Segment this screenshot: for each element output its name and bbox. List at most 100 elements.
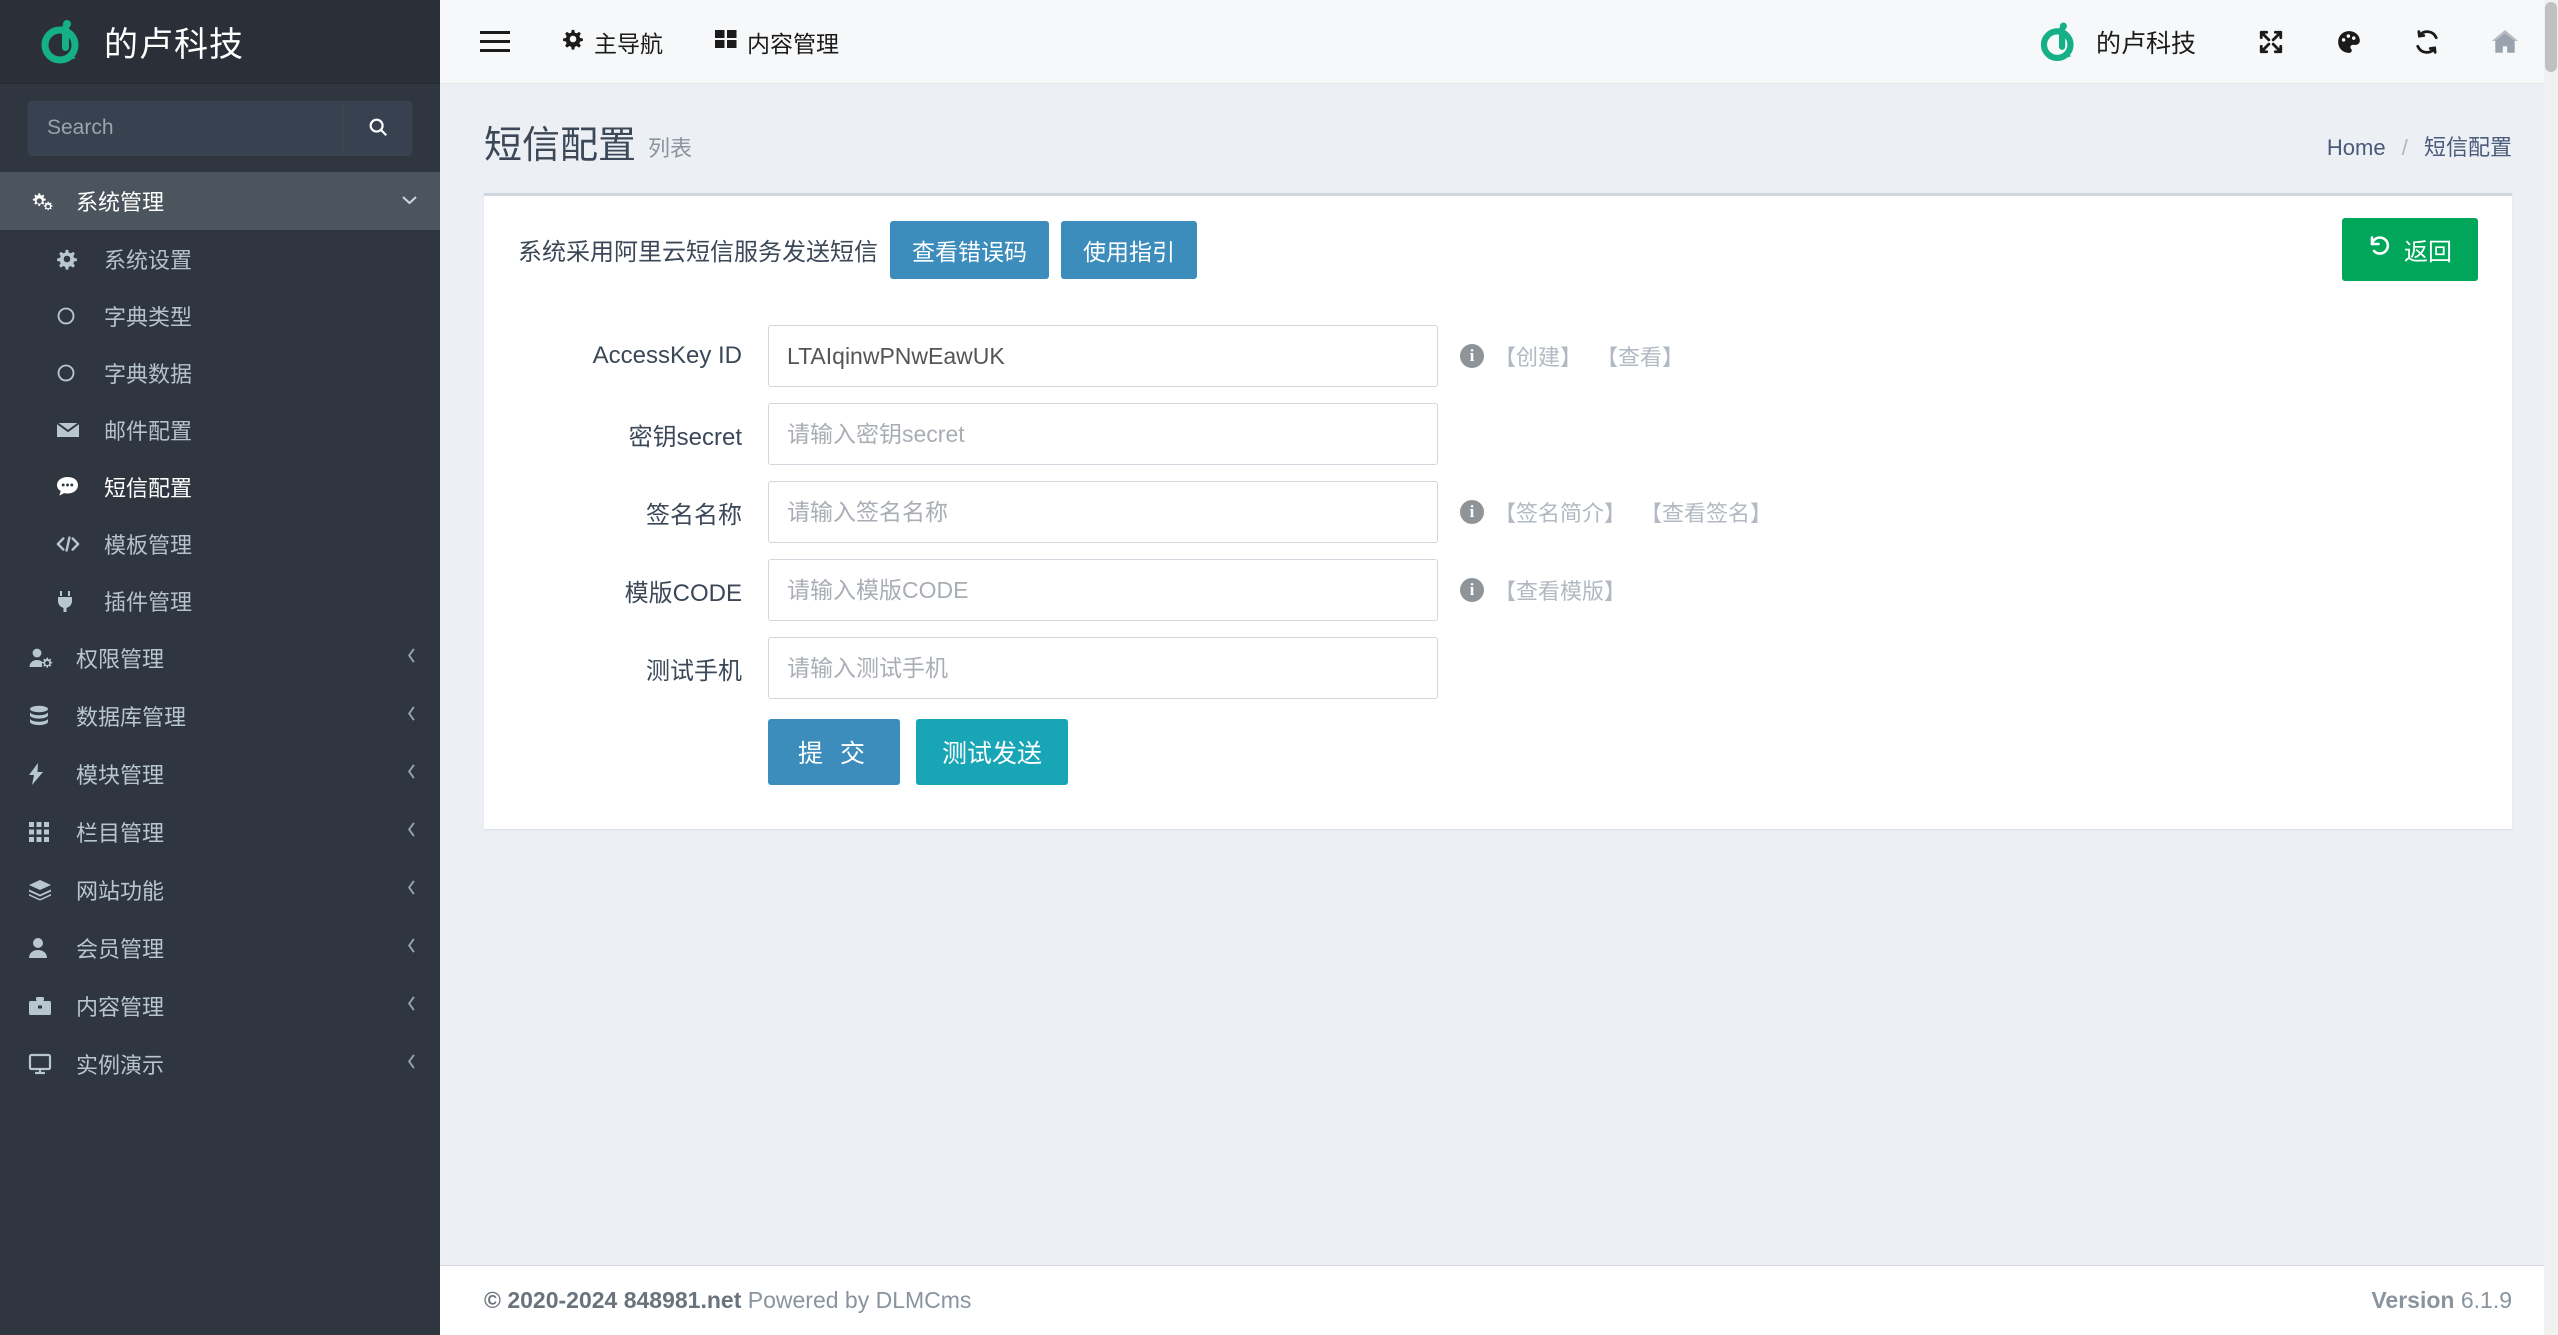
nav-link-content[interactable]: 内容管理: [715, 25, 839, 59]
footer-version-label: Version: [2371, 1287, 2455, 1313]
circle-o-icon: [56, 363, 96, 383]
content-header: 短信配置 列表 Home / 短信配置: [440, 84, 2558, 181]
sidebar-brand-title: 的卢科技: [104, 26, 244, 64]
sidebar-item-label: 模板管理: [104, 532, 193, 558]
hint-sign-name: i 【签名简介】 【查看签名】: [1460, 496, 1772, 528]
sidebar-item-label: 栏目管理: [76, 821, 165, 846]
chevron-left-icon: [406, 763, 418, 785]
sidebar-item-sms-config[interactable]: 短信配置: [0, 458, 440, 515]
sidebar-item-system-settings[interactable]: 系统设置: [0, 230, 440, 287]
footer-version-value: 6.1.9: [2460, 1287, 2512, 1313]
sidebar-item-module-management[interactable]: 模块管理: [0, 745, 440, 803]
test-send-button[interactable]: 测试发送: [915, 719, 1068, 785]
view-sign-link[interactable]: 【查看签名】: [1640, 496, 1772, 528]
accesskey-id-input[interactable]: [768, 325, 1438, 387]
desktop-icon: [28, 1053, 68, 1075]
test-phone-input[interactable]: [768, 637, 1438, 699]
submit-button[interactable]: 提 交: [768, 719, 900, 785]
sidebar-item-mail-config[interactable]: 邮件配置: [0, 401, 440, 458]
search-icon: [367, 116, 389, 141]
sidebar-search: [0, 84, 440, 160]
sidebar-brand[interactable]: 的卢科技: [0, 0, 440, 84]
refresh-icon[interactable]: [2408, 23, 2446, 61]
sidebar-item-label: 实例演示: [76, 1053, 165, 1078]
hamburger-icon[interactable]: [480, 31, 510, 52]
home-icon[interactable]: [2486, 23, 2524, 61]
form-row-accesskey-id: AccessKey ID i 【创建】 【查看】: [518, 325, 2478, 387]
info-icon: i: [1460, 500, 1484, 524]
back-button[interactable]: 返回: [2342, 218, 2478, 281]
label-test-phone: 测试手机: [646, 657, 742, 685]
sign-intro-link[interactable]: 【签名简介】: [1494, 496, 1626, 528]
scrollbar-thumb[interactable]: [2545, 2, 2557, 72]
label-accesskey-id: AccessKey ID: [592, 342, 742, 369]
chevron-left-icon: [406, 705, 418, 727]
page-scrollbar[interactable]: [2544, 0, 2558, 1335]
cogs-icon: [28, 190, 68, 212]
breadcrumb-home[interactable]: Home: [2327, 135, 2386, 160]
chevron-left-icon: [406, 1053, 418, 1075]
gear-icon: [56, 248, 96, 270]
hint-template-code: i 【查看模版】: [1460, 574, 1626, 606]
undo-icon: [2368, 234, 2392, 265]
sidebar-item-plugin-management[interactable]: 插件管理: [0, 572, 440, 629]
topbar-brand-name: 的卢科技: [2095, 29, 2196, 58]
create-link[interactable]: 【创建】: [1494, 340, 1582, 372]
circle-o-icon: [56, 306, 96, 326]
form-row-sign-name: 签名名称 i 【签名简介】 【查看签名】: [518, 481, 2478, 543]
sidebar-item-demo[interactable]: 实例演示: [0, 1035, 440, 1093]
plug-icon: [56, 590, 96, 612]
main-area: 主导航 内容管理 的卢科技 短信配置 列表 Home / 短信配置 系统采用阿里…: [440, 0, 2558, 1335]
card-header: 系统采用阿里云短信服务发送短信 查看错误码 使用指引 返回: [484, 196, 2512, 303]
sidebar-item-label: 短信配置: [104, 475, 193, 501]
sidebar-item-label: 数据库管理: [76, 705, 187, 730]
search-input[interactable]: [29, 101, 343, 155]
sidebar-item-label: 字典数据: [104, 361, 193, 387]
form-actions: 提 交 测试发送: [518, 719, 2478, 785]
view-error-code-button[interactable]: 查看错误码: [890, 220, 1049, 279]
user-cog-icon: [28, 647, 68, 669]
footer-copyright-rest: Powered by DLMCms: [741, 1287, 972, 1313]
sidebar-item-content-management[interactable]: 内容管理: [0, 977, 440, 1035]
sidebar-item-template-management[interactable]: 模板管理: [0, 515, 440, 572]
form-row-secret: 密钥secret: [518, 403, 2478, 465]
usage-guide-button[interactable]: 使用指引: [1061, 220, 1197, 279]
chevron-left-icon: [406, 995, 418, 1017]
sidebar-item-website-features[interactable]: 网站功能: [0, 861, 440, 919]
footer-copyright-strong: © 2020-2024 848981.net: [484, 1287, 742, 1313]
view-link[interactable]: 【查看】: [1596, 340, 1684, 372]
grid-icon: [28, 821, 68, 843]
dlu-logo-icon: [36, 16, 88, 68]
form-row-template-code: 模版CODE i 【查看模版】: [518, 559, 2478, 621]
sidebar-item-dictionary-data[interactable]: 字典数据: [0, 344, 440, 401]
nav-link-label: 主导航: [594, 30, 663, 57]
layers-icon: [28, 879, 68, 901]
sidebar-item-permission-management[interactable]: 权限管理: [0, 629, 440, 687]
dlu-logo-icon: [2036, 19, 2082, 65]
sidebar-item-dictionary-type[interactable]: 字典类型: [0, 287, 440, 344]
sidebar-item-column-management[interactable]: 栏目管理: [0, 803, 440, 861]
search-button[interactable]: [343, 101, 411, 155]
sidebar-menu: 系统管理 系统设置 字典类型 字典数据 邮件配置 短信配置 模板管理 插件管理 …: [0, 172, 440, 1093]
template-code-input[interactable]: [768, 559, 1438, 621]
sidebar-item-member-management[interactable]: 会员管理: [0, 919, 440, 977]
view-template-link[interactable]: 【查看模版】: [1494, 574, 1626, 606]
footer-version: Version 6.1.9: [2371, 1287, 2512, 1314]
topbar-brand[interactable]: 的卢科技: [2036, 19, 2196, 65]
secret-key-input[interactable]: [768, 403, 1438, 465]
sidebar-item-label: 系统管理: [76, 190, 165, 215]
sidebar-item-label: 权限管理: [76, 647, 165, 672]
sidebar-item-label: 内容管理: [76, 995, 165, 1020]
palette-icon[interactable]: [2330, 23, 2368, 61]
nav-link-main[interactable]: 主导航: [562, 25, 663, 59]
code-icon: [56, 535, 96, 553]
sidebar-item-system-management[interactable]: 系统管理: [0, 172, 440, 230]
expand-arrows-icon[interactable]: [2252, 23, 2290, 61]
sidebar-item-database-management[interactable]: 数据库管理: [0, 687, 440, 745]
sms-config-card: 系统采用阿里云短信服务发送短信 查看错误码 使用指引 返回 AccessKey …: [484, 193, 2512, 829]
footer: © 2020-2024 848981.net Powered by DLMCms…: [440, 1265, 2558, 1335]
sidebar-item-label: 邮件配置: [104, 418, 193, 444]
sidebar-item-label: 模块管理: [76, 763, 165, 788]
chevron-left-icon: [406, 937, 418, 959]
sign-name-input[interactable]: [768, 481, 1438, 543]
